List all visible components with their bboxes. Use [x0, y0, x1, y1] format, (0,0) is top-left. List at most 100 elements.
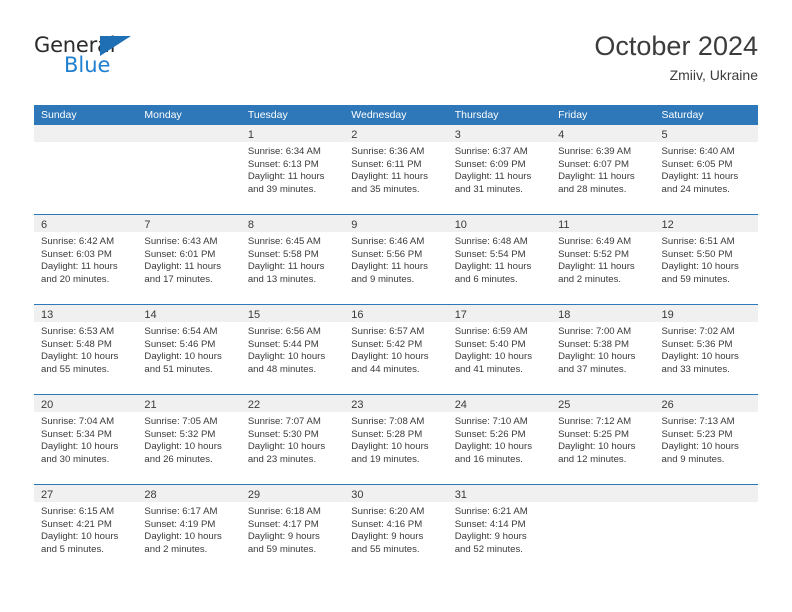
day-cell[interactable]: 17 Sunrise: 6:59 AM Sunset: 5:40 PM Dayligh… — [447, 305, 552, 394]
daylight-text-line1: Daylight: 10 hours — [454, 441, 533, 453]
day-number-band: 19 — [654, 305, 758, 322]
daylight-text-line2: and 9 minutes. — [661, 453, 725, 465]
day-cell[interactable]: 5 Sunrise: 6:40 AM Sunset: 6:05 PM Daylight… — [654, 125, 758, 214]
weekday-header-thursday: Thursday — [454, 109, 499, 121]
day-number-band — [551, 485, 655, 502]
weekday-header-sunday: Sunday — [41, 109, 77, 121]
day-cell[interactable]: 23 Sunrise: 7:08 AM Sunset: 5:28 PM Dayligh… — [344, 395, 448, 484]
sunrise-text: Sunrise: 7:00 AM — [558, 326, 632, 337]
sunset-text: Sunset: 5:42 PM — [351, 338, 423, 350]
day-number: 31 — [454, 489, 467, 501]
day-number-band: 16 — [344, 305, 448, 322]
sunset-text: Sunset: 5:48 PM — [41, 338, 112, 350]
day-details — [551, 502, 654, 506]
daylight-text-line2: and 33 minutes. — [661, 363, 730, 375]
day-number-band: 24 — [447, 395, 552, 412]
daylight-text-line2: and 12 minutes. — [558, 453, 627, 465]
day-cell[interactable]: 7 Sunrise: 6:43 AM Sunset: 6:01 PM Daylight… — [137, 215, 241, 304]
day-cell[interactable]: 8 Sunrise: 6:45 AM Sunset: 5:58 PM Daylight… — [240, 215, 345, 304]
day-cell[interactable]: 30 Sunrise: 6:20 AM Sunset: 4:16 PM Dayligh… — [344, 485, 448, 574]
sunrise-text: Sunrise: 7:05 AM — [144, 416, 218, 427]
day-cell[interactable]: 19 Sunrise: 7:02 AM Sunset: 5:36 PM Dayligh… — [654, 305, 758, 394]
day-cell[interactable]: 31 Sunrise: 6:21 AM Sunset: 4:14 PM Dayligh… — [447, 485, 552, 574]
sunrise-text: Sunrise: 6:17 AM — [144, 506, 218, 517]
sunrise-text: Sunrise: 7:13 AM — [661, 416, 735, 427]
day-number: 23 — [351, 399, 364, 411]
day-cell[interactable]: 12 Sunrise: 6:51 AM Sunset: 5:50 PM Dayligh… — [654, 215, 758, 304]
day-cell[interactable]: 27 Sunrise: 6:15 AM Sunset: 4:21 PM Dayligh… — [34, 485, 138, 574]
daylight-text-line1: Daylight: 11 hours — [351, 261, 428, 273]
daylight-text-line1: Daylight: 10 hours — [144, 531, 222, 543]
day-cell[interactable]: 4 Sunrise: 6:39 AM Sunset: 6:07 PM Daylight… — [551, 125, 655, 214]
day-details: Sunrise: 6:45 AM Sunset: 5:58 PM Daylight:… — [241, 232, 344, 286]
daylight-text-line1: Daylight: 11 hours — [558, 261, 635, 273]
sunrise-text: Sunrise: 7:07 AM — [247, 416, 321, 427]
daylight-text-line2: and 48 minutes. — [247, 363, 317, 375]
day-number-band: 18 — [551, 305, 655, 322]
daylight-text-line2: and 59 minutes. — [661, 273, 730, 285]
calendar-week-row: 20 Sunrise: 7:04 AM Sunset: 5:34 PM Dayligh… — [34, 394, 758, 484]
daylight-text-line1: Daylight: 9 hours — [351, 531, 424, 543]
day-cell[interactable]: 21 Sunrise: 7:05 AM Sunset: 5:32 PM Dayligh… — [137, 395, 241, 484]
sunset-text: Sunset: 4:21 PM — [41, 518, 112, 530]
day-details: Sunrise: 6:59 AM Sunset: 5:40 PM Daylight:… — [448, 322, 551, 376]
daylight-text-line1: Daylight: 11 hours — [661, 171, 739, 183]
day-details: Sunrise: 6:56 AM Sunset: 5:44 PM Daylight:… — [241, 322, 344, 376]
day-details: Sunrise: 7:08 AM Sunset: 5:28 PM Daylight:… — [344, 412, 447, 466]
day-number-band: 28 — [137, 485, 241, 502]
day-number: 29 — [247, 489, 261, 501]
daylight-text-line2: and 35 minutes. — [351, 183, 420, 195]
day-cell[interactable]: 28 Sunrise: 6:17 AM Sunset: 4:19 PM Dayligh… — [137, 485, 241, 574]
sunrise-text: Sunrise: 6:42 AM — [41, 236, 115, 247]
daylight-text-line2: and 2 minutes. — [144, 543, 208, 555]
day-cell[interactable]: 14 Sunrise: 6:54 AM Sunset: 5:46 PM Dayligh… — [137, 305, 241, 394]
daylight-text-line1: Daylight: 10 hours — [558, 441, 636, 453]
sunset-text: Sunset: 6:13 PM — [247, 158, 319, 170]
day-details: Sunrise: 7:12 AM Sunset: 5:25 PM Daylight:… — [551, 412, 654, 466]
sunrise-text: Sunrise: 6:56 AM — [247, 326, 321, 337]
sunrise-text: Sunrise: 6:48 AM — [454, 236, 528, 247]
day-cell[interactable]: 26 Sunrise: 7:13 AM Sunset: 5:23 PM Dayligh… — [654, 395, 758, 484]
day-cell[interactable]: 11 Sunrise: 6:49 AM Sunset: 5:52 PM Dayligh… — [551, 215, 655, 304]
sunrise-text: Sunrise: 6:49 AM — [558, 236, 632, 247]
day-number-band: 3 — [447, 125, 552, 142]
sunset-text: Sunset: 5:52 PM — [558, 248, 630, 260]
day-number-band: 30 — [344, 485, 448, 502]
day-number-band: 13 — [34, 305, 138, 322]
day-details: Sunrise: 6:34 AM Sunset: 6:13 PM Daylight:… — [241, 142, 344, 196]
day-cell[interactable]: 6 Sunrise: 6:42 AM Sunset: 6:03 PM Daylight… — [34, 215, 138, 304]
calendar-week-row: 6 Sunrise: 6:42 AM Sunset: 6:03 PM Daylight… — [34, 214, 758, 304]
day-number: 8 — [247, 219, 254, 231]
day-cell[interactable]: 1 Sunrise: 6:34 AM Sunset: 6:13 PM Daylight… — [240, 125, 345, 214]
day-number-band — [34, 125, 138, 142]
daylight-text-line2: and 28 minutes. — [558, 183, 627, 195]
daylight-text-line2: and 2 minutes. — [558, 273, 622, 285]
daylight-text-line2: and 55 minutes. — [351, 543, 420, 555]
day-cell[interactable]: 29 Sunrise: 6:18 AM Sunset: 4:17 PM Dayligh… — [240, 485, 345, 574]
day-cell[interactable]: 10 Sunrise: 6:48 AM Sunset: 5:54 PM Dayligh… — [447, 215, 552, 304]
sunset-text: Sunset: 5:54 PM — [454, 248, 526, 260]
day-number: 11 — [558, 219, 570, 231]
day-cell[interactable]: 2 Sunrise: 6:36 AM Sunset: 6:11 PM Daylight… — [344, 125, 448, 214]
day-cell[interactable]: 15 Sunrise: 6:56 AM Sunset: 5:44 PM Dayligh… — [240, 305, 345, 394]
day-cell[interactable]: 16 Sunrise: 6:57 AM Sunset: 5:42 PM Dayligh… — [344, 305, 448, 394]
day-cell[interactable]: 3 Sunrise: 6:37 AM Sunset: 6:09 PM Daylight… — [447, 125, 552, 214]
day-cell[interactable]: 9 Sunrise: 6:46 AM Sunset: 5:56 PM Daylight… — [344, 215, 448, 304]
daylight-text-line1: Daylight: 10 hours — [41, 531, 119, 543]
day-number-band — [137, 125, 241, 142]
day-cell[interactable]: 20 Sunrise: 7:04 AM Sunset: 5:34 PM Dayligh… — [34, 395, 138, 484]
sunrise-text: Sunrise: 6:39 AM — [558, 146, 632, 157]
daylight-text-line2: and 19 minutes. — [351, 453, 420, 465]
day-cell[interactable]: 22 Sunrise: 7:07 AM Sunset: 5:30 PM Dayligh… — [240, 395, 345, 484]
day-cell[interactable]: 24 Sunrise: 7:10 AM Sunset: 5:26 PM Dayligh… — [447, 395, 552, 484]
day-details: Sunrise: 6:39 AM Sunset: 6:07 PM Daylight:… — [551, 142, 654, 196]
day-cell[interactable]: 25 Sunrise: 7:12 AM Sunset: 5:25 PM Dayligh… — [551, 395, 655, 484]
day-cell[interactable]: 18 Sunrise: 7:00 AM Sunset: 5:38 PM Dayligh… — [551, 305, 655, 394]
day-number: 7 — [144, 219, 151, 231]
brand-name-secondary: Blue — [64, 53, 111, 77]
calendar-week-row: 1 Sunrise: 6:34 AM Sunset: 6:13 PM Daylight… — [34, 125, 758, 214]
day-number-band: 31 — [447, 485, 552, 502]
brand-logo[interactable]: General Blue — [34, 34, 234, 90]
sunset-text: Sunset: 6:07 PM — [558, 158, 630, 170]
day-cell[interactable]: 13 Sunrise: 6:53 AM Sunset: 5:48 PM Dayligh… — [34, 305, 138, 394]
